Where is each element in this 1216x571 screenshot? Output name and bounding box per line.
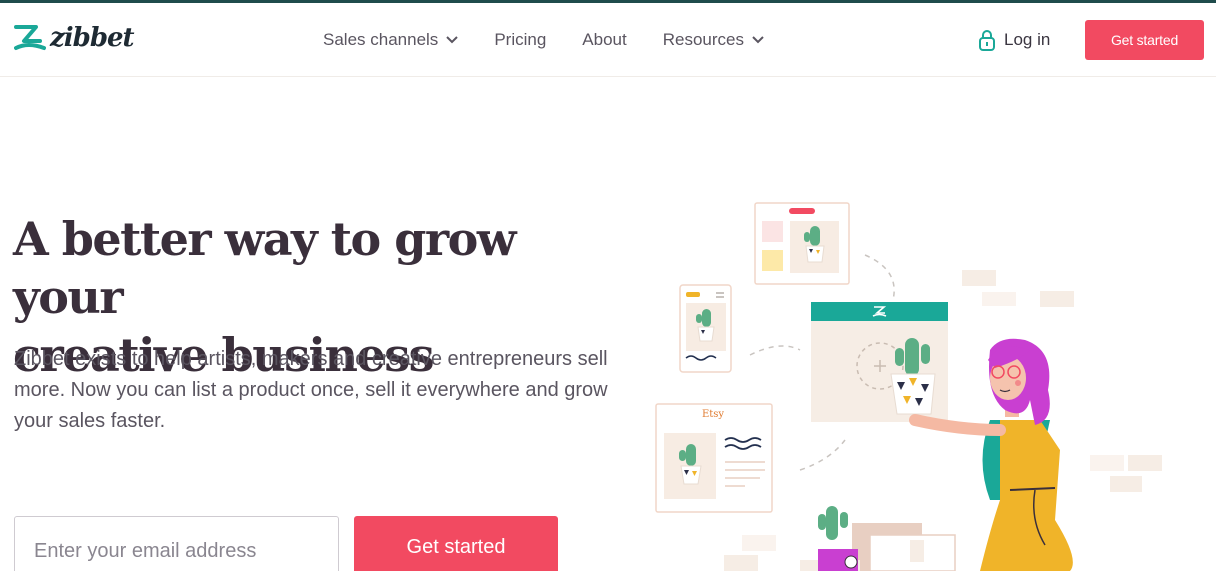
nav-about[interactable]: About bbox=[582, 30, 626, 50]
email-field[interactable] bbox=[14, 516, 339, 571]
hero-subtext: Zibbet exists to help artists, makers an… bbox=[14, 348, 608, 432]
logo-wordmark: zibbet bbox=[50, 23, 135, 53]
hero-illustration: Etsy bbox=[655, 202, 1162, 571]
login-label: Log in bbox=[1004, 30, 1051, 49]
zibbet-logo[interactable]: zibbet bbox=[14, 23, 135, 53]
nav-sales-channels-label: Sales channels bbox=[323, 30, 439, 49]
site-header: zibbet Sales channels Pricing About Reso… bbox=[0, 3, 1216, 77]
main-nav: Sales channels Pricing About Resources bbox=[323, 30, 800, 50]
login-link[interactable]: Log in bbox=[978, 29, 1050, 51]
lock-icon bbox=[979, 30, 995, 51]
chevron-down-icon bbox=[446, 36, 459, 44]
chevron-down-icon bbox=[752, 36, 764, 44]
nav-about-label: About bbox=[582, 30, 627, 49]
hero-get-started-button[interactable]: Get started bbox=[354, 516, 558, 571]
hero-headline-line1: A better way to grow your bbox=[13, 212, 516, 324]
nav-sales-channels[interactable]: Sales channels bbox=[323, 30, 459, 50]
nav-pricing-label: Pricing bbox=[494, 30, 547, 49]
nav-pricing[interactable]: Pricing bbox=[494, 30, 546, 50]
zibbet-logo-icon bbox=[14, 25, 46, 50]
nav-resources-label: Resources bbox=[662, 30, 744, 49]
header-get-started-button[interactable]: Get started bbox=[1085, 20, 1204, 60]
etsy-label: Etsy bbox=[702, 409, 724, 420]
nav-resources[interactable]: Resources bbox=[663, 30, 764, 50]
